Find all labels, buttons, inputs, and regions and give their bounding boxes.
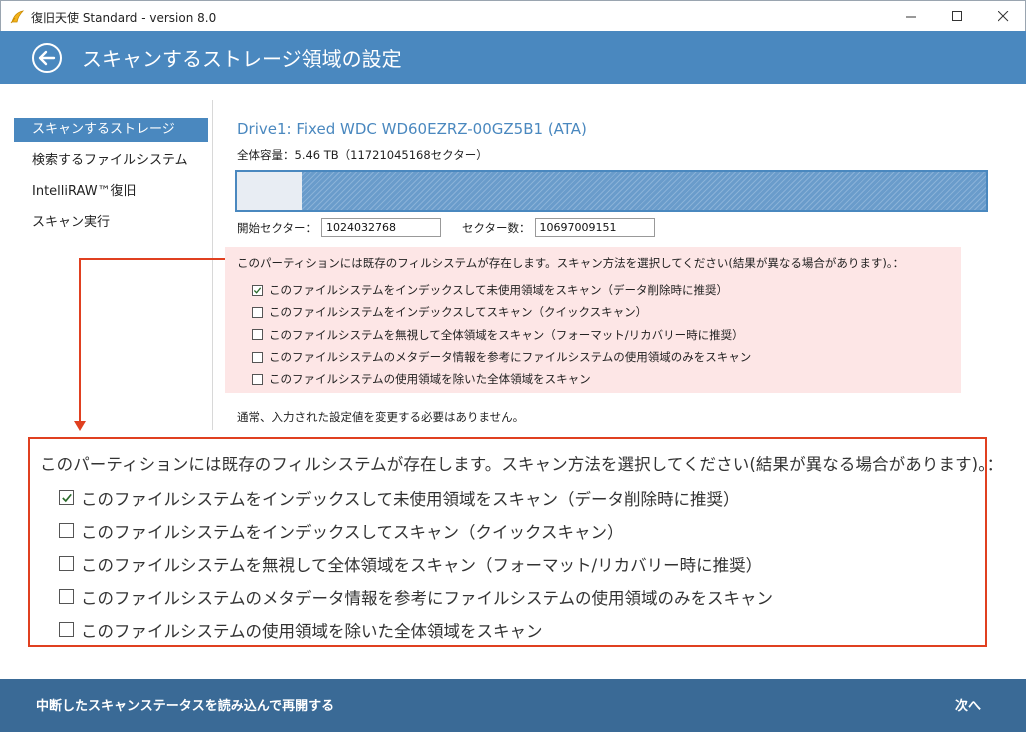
sector-count-row: セクター数： 10697009151 <box>462 218 655 237</box>
start-sector-input[interactable]: 1024032768 <box>321 218 442 237</box>
zoomed-scan-option[interactable]: このファイルシステムの使用領域を除いた全体領域をスキャン <box>59 613 773 646</box>
back-button[interactable] <box>32 43 62 73</box>
zoomed-scan-option[interactable]: このファイルシステムをインデックスしてスキャン（クイックスキャン） <box>59 514 773 547</box>
minimize-icon <box>905 16 916 18</box>
checkbox[interactable] <box>59 556 74 571</box>
scan-option-label: このファイルシステムのメタデータ情報を参考にファイルシステムの使用領域のみをスキ… <box>269 350 752 365</box>
zoomed-option-label: このファイルシステムをインデックスして未使用領域をスキャン（データ削除時に推奨） <box>81 489 740 509</box>
sidebar-item-intelliraw[interactable]: IntelliRAW™復旧 <box>14 180 208 204</box>
zoomed-scan-option[interactable]: このファイルシステムをインデックスして未使用領域をスキャン（データ削除時に推奨） <box>59 481 773 514</box>
footer-bar: 中断したスキャンステータスを読み込んで再開する 次へ <box>0 679 1026 732</box>
title-bar: 復旧天使 Standard - version 8.0 <box>0 0 1026 31</box>
app-logo-icon <box>10 10 25 24</box>
zoomed-option-label: このファイルシステムの使用領域を除いた全体領域をスキャン <box>81 621 543 641</box>
next-button[interactable]: 次へ <box>955 695 981 714</box>
checkbox[interactable] <box>59 622 74 637</box>
arrow-left-icon <box>38 50 56 66</box>
minimize-button[interactable] <box>888 1 934 32</box>
checkbox[interactable] <box>59 589 74 604</box>
scan-option[interactable]: このファイルシステムの使用領域を除いた全体領域をスキャン <box>252 368 751 390</box>
scan-option[interactable]: このファイルシステムを無視して全体領域をスキャン（フォーマット/リカバリー時に推… <box>252 324 751 346</box>
callout-arrow-icon <box>74 421 86 431</box>
drive-capacity: 全体容量：5.46 TB（11721045168セクター） <box>237 148 488 162</box>
scan-options-panel: このパーティションには既存のフィルシステムが存在します。スキャン方法を選択してく… <box>225 247 961 393</box>
zoomed-options-list: このファイルシステムをインデックスして未使用領域をスキャン（データ削除時に推奨）… <box>59 481 773 646</box>
sidebar-item-storage[interactable]: スキャンするストレージ <box>14 118 208 142</box>
checkbox[interactable] <box>59 490 74 505</box>
maximize-button[interactable] <box>934 1 980 32</box>
zoomed-option-label: このファイルシステムをインデックスしてスキャン（クイックスキャン） <box>81 522 624 542</box>
drive-name: Drive1: Fixed WDC WD60EZRZ-00GZ5B1 (ATA) <box>237 120 587 138</box>
callout-line <box>79 258 81 424</box>
scan-option-label: このファイルシステムをインデックスしてスキャン（クイックスキャン） <box>269 305 648 320</box>
checkbox[interactable] <box>252 373 263 385</box>
scan-options-prompt: このパーティションには既存のフィルシステムが存在します。スキャン方法を選択してく… <box>237 256 905 270</box>
checkbox[interactable] <box>252 351 263 363</box>
checkbox[interactable] <box>252 284 263 296</box>
sidebar-item-filesystem[interactable]: 検索するファイルシステム <box>14 149 208 173</box>
sidebar-divider <box>212 100 213 430</box>
checkbox[interactable] <box>59 523 74 538</box>
checkmark-icon <box>253 287 262 294</box>
zoomed-option-label: このファイルシステムを無視して全体領域をスキャン（フォーマット/リカバリー時に推… <box>81 555 763 575</box>
start-sector-label: 開始セクター： <box>237 220 318 235</box>
callout-line <box>79 258 225 260</box>
checkmark-icon <box>61 493 72 502</box>
hint-text: 通常、入力された設定値を変更する必要はありません。 <box>237 410 525 424</box>
sidebar: スキャンするストレージ 検索するファイルシステム IntelliRAW™復旧 ス… <box>14 118 208 242</box>
close-button[interactable] <box>980 1 1026 32</box>
start-sector-row: 開始セクター： 1024032768 <box>237 218 442 237</box>
maximize-icon <box>951 11 962 21</box>
scan-option[interactable]: このファイルシステムのメタデータ情報を参考にファイルシステムの使用領域のみをスキ… <box>252 346 751 368</box>
page-header: スキャンするストレージ領域の設定 <box>0 31 1026 84</box>
sector-count-label: セクター数： <box>462 220 531 235</box>
resume-scan-button[interactable]: 中断したスキャンステータスを読み込んで再開する <box>36 695 334 714</box>
scan-option[interactable]: このファイルシステムをインデックスしてスキャン（クイックスキャン） <box>252 301 751 323</box>
checkbox[interactable] <box>252 306 263 318</box>
scan-option-label: このファイルシステムを無視して全体領域をスキャン（フォーマット/リカバリー時に推… <box>269 327 744 342</box>
sidebar-item-run-scan[interactable]: スキャン実行 <box>14 211 208 235</box>
page-title: スキャンするストレージ領域の設定 <box>82 47 402 71</box>
zoomed-prompt: このパーティションには既存のフィルシステムが存在します。スキャン方法を選択してく… <box>40 455 1004 474</box>
scan-options-list: このファイルシステムをインデックスして未使用領域をスキャン（データ削除時に推奨）… <box>252 279 751 390</box>
window-title: 復旧天使 Standard - version 8.0 <box>31 11 217 25</box>
scan-option-label: このファイルシステムをインデックスして未使用領域をスキャン（データ削除時に推奨） <box>269 283 728 298</box>
checkbox[interactable] <box>252 329 263 341</box>
zoomed-option-label: このファイルシステムのメタデータ情報を参考にファイルシステムの使用領域のみをスキ… <box>81 588 774 608</box>
sector-count-input[interactable]: 10697009151 <box>534 218 655 237</box>
partition-map[interactable] <box>235 170 988 212</box>
zoomed-scan-option[interactable]: このファイルシステムを無視して全体領域をスキャン（フォーマット/リカバリー時に推… <box>59 547 773 580</box>
scan-option-label: このファイルシステムの使用領域を除いた全体領域をスキャン <box>269 372 591 387</box>
unallocated-segment <box>237 172 303 210</box>
scan-option[interactable]: このファイルシステムをインデックスして未使用領域をスキャン（データ削除時に推奨） <box>252 279 751 301</box>
close-icon <box>997 11 1008 22</box>
zoomed-scan-options: このパーティションには既存のフィルシステムが存在します。スキャン方法を選択してく… <box>28 437 1003 647</box>
zoomed-scan-option[interactable]: このファイルシステムのメタデータ情報を参考にファイルシステムの使用領域のみをスキ… <box>59 580 773 613</box>
